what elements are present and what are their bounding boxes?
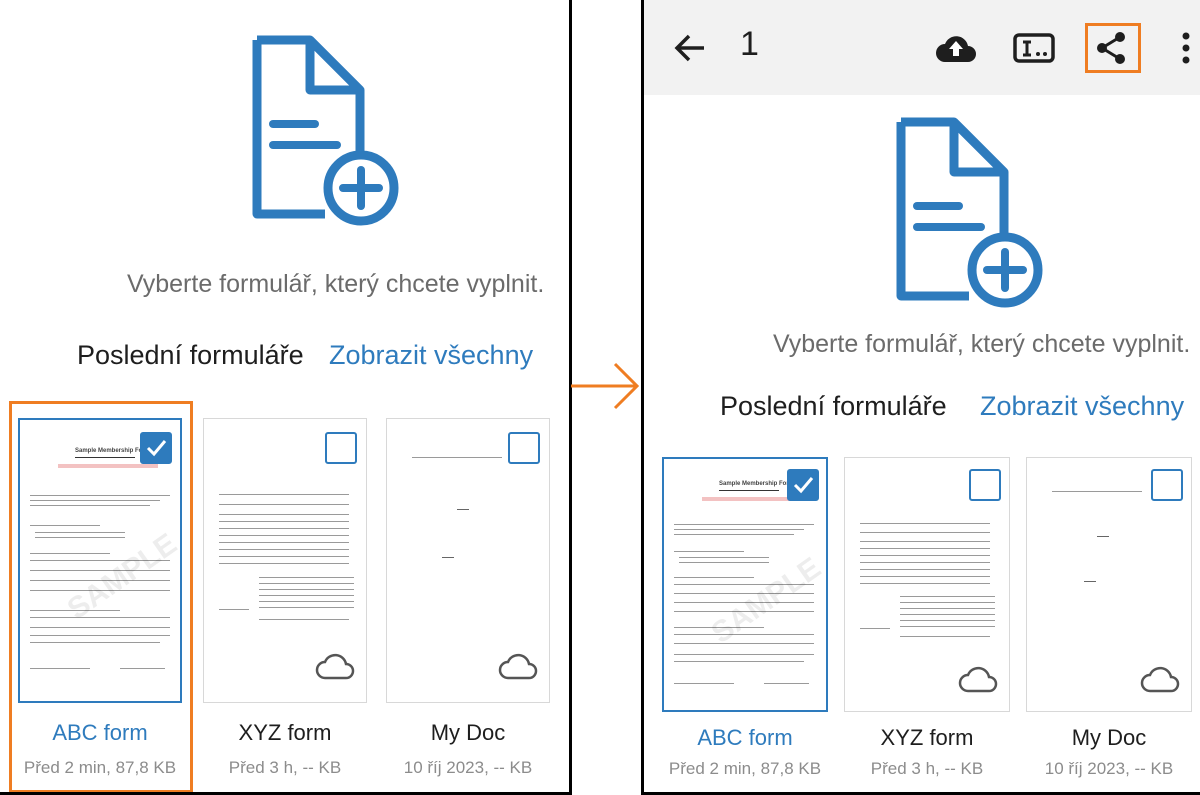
text-field-icon [1013, 33, 1055, 63]
back-button[interactable] [668, 26, 712, 70]
cloud-icon [498, 653, 538, 680]
form-title: My Doc [1071, 725, 1147, 750]
form-meta: Před 3 h, -- KB [228, 758, 342, 777]
form-heading: Sample Membership Form [719, 481, 795, 487]
view-all-link[interactable]: Zobrazit všechny [980, 391, 1184, 422]
text-field-button[interactable] [1009, 26, 1059, 70]
back-arrow-icon [674, 34, 704, 62]
form-meta: 10 říj 2023, -- KB [1044, 759, 1174, 778]
form-title: My Doc [430, 720, 506, 745]
top-toolbar: 1 [644, 0, 1200, 95]
form-card-abc[interactable]: Sample Membership Form SAMPLE ABC form P… [662, 457, 828, 787]
form-title: XYZ form [238, 720, 332, 745]
selection-highlight [9, 401, 193, 792]
upload-button[interactable] [932, 26, 980, 70]
cloud-upload-icon [936, 36, 976, 62]
form-card-xyz[interactable]: XYZ form Před 3 h, -- KB [203, 418, 367, 788]
form-meta: Před 3 h, -- KB [870, 759, 984, 778]
form-card-xyz[interactable]: XYZ form Před 3 h, -- KB [844, 457, 1010, 787]
form-title: ABC form [697, 725, 793, 750]
sample-watermark: SAMPLE [705, 551, 827, 650]
view-all-link[interactable]: Zobrazit všechny [329, 340, 533, 371]
recent-forms-title: Poslední formuláře [77, 340, 304, 370]
checkbox-unchecked[interactable] [508, 432, 540, 464]
new-form-icon [896, 117, 1043, 308]
form-card-mydoc[interactable]: My Doc 10 říj 2023, -- KB [1026, 457, 1192, 787]
checkbox-unchecked[interactable] [969, 469, 1001, 501]
cloud-icon [958, 666, 998, 693]
more-options-button[interactable] [1174, 26, 1198, 70]
form-title: XYZ form [880, 725, 974, 750]
cloud-icon [315, 653, 355, 680]
right-screen: 1 Vyberte formulář, který chcete vyplnit… [641, 0, 1200, 795]
arrow-right-icon [571, 362, 640, 410]
form-meta: Před 2 min, 87,8 KB [668, 759, 822, 778]
form-meta: 10 říj 2023, -- KB [403, 758, 533, 777]
cloud-icon [1140, 666, 1180, 693]
checkbox-unchecked[interactable] [325, 432, 357, 464]
more-vert-icon [1182, 32, 1190, 64]
checkbox-checked[interactable] [787, 469, 819, 501]
checkmark-icon [793, 477, 814, 494]
left-screen: Vyberte formulář, který chcete vyplnit. … [0, 0, 572, 795]
share-highlight [1085, 23, 1141, 73]
new-form-icon [252, 35, 399, 226]
form-card-mydoc[interactable]: My Doc 10 říj 2023, -- KB [386, 418, 550, 788]
select-form-prompt: Vyberte formulář, který chcete vyplnit. [127, 270, 545, 298]
recent-forms-title: Poslední formuláře [720, 391, 947, 421]
select-form-prompt: Vyberte formulář, který chcete vyplnit. [773, 330, 1191, 358]
checkbox-unchecked[interactable] [1151, 469, 1183, 501]
page-number: 1 [740, 25, 759, 63]
